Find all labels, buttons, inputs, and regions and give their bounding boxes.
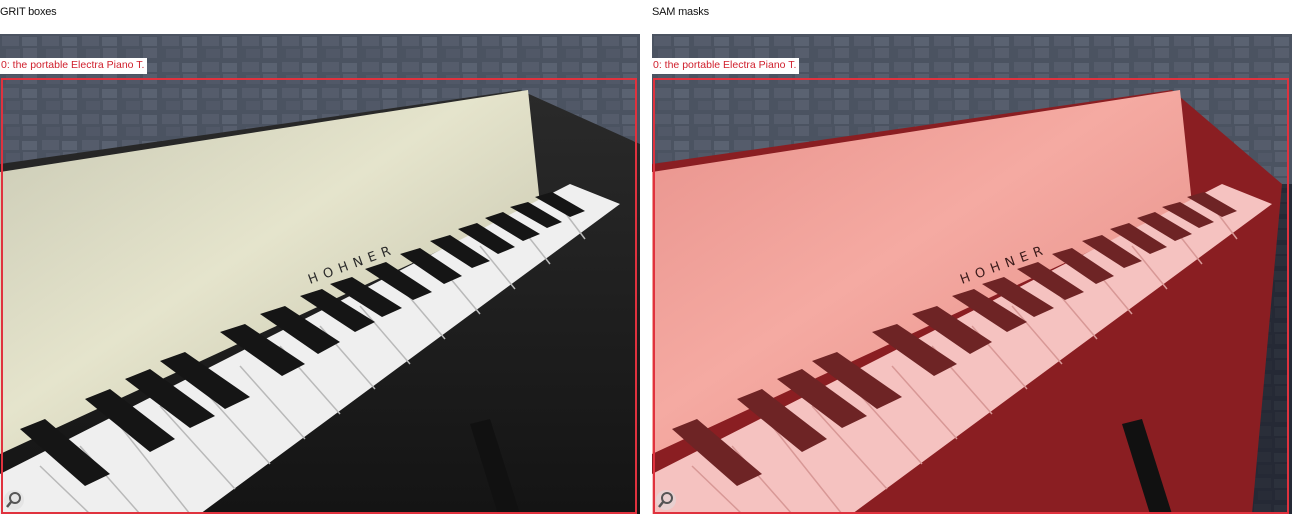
grit-panel-title: GRIT boxes (0, 6, 57, 18)
sam-box-label: 0: the portable Electra Piano T. (652, 58, 800, 74)
sam-image-panel: HOHNER 0: the portable Electra Piano T. (652, 34, 1292, 514)
sam-panel-title: SAM masks (652, 6, 709, 18)
grit-box-label: 0: the portable Electra Piano T. (0, 58, 148, 74)
grit-bounding-box[interactable] (1, 78, 637, 514)
sam-bounding-box[interactable] (653, 78, 1289, 514)
grit-image-panel: HOHNER 0: the portable Electra Piano T. (0, 34, 640, 514)
magnifier-icon[interactable] (4, 490, 24, 510)
magnifier-icon[interactable] (656, 490, 676, 510)
